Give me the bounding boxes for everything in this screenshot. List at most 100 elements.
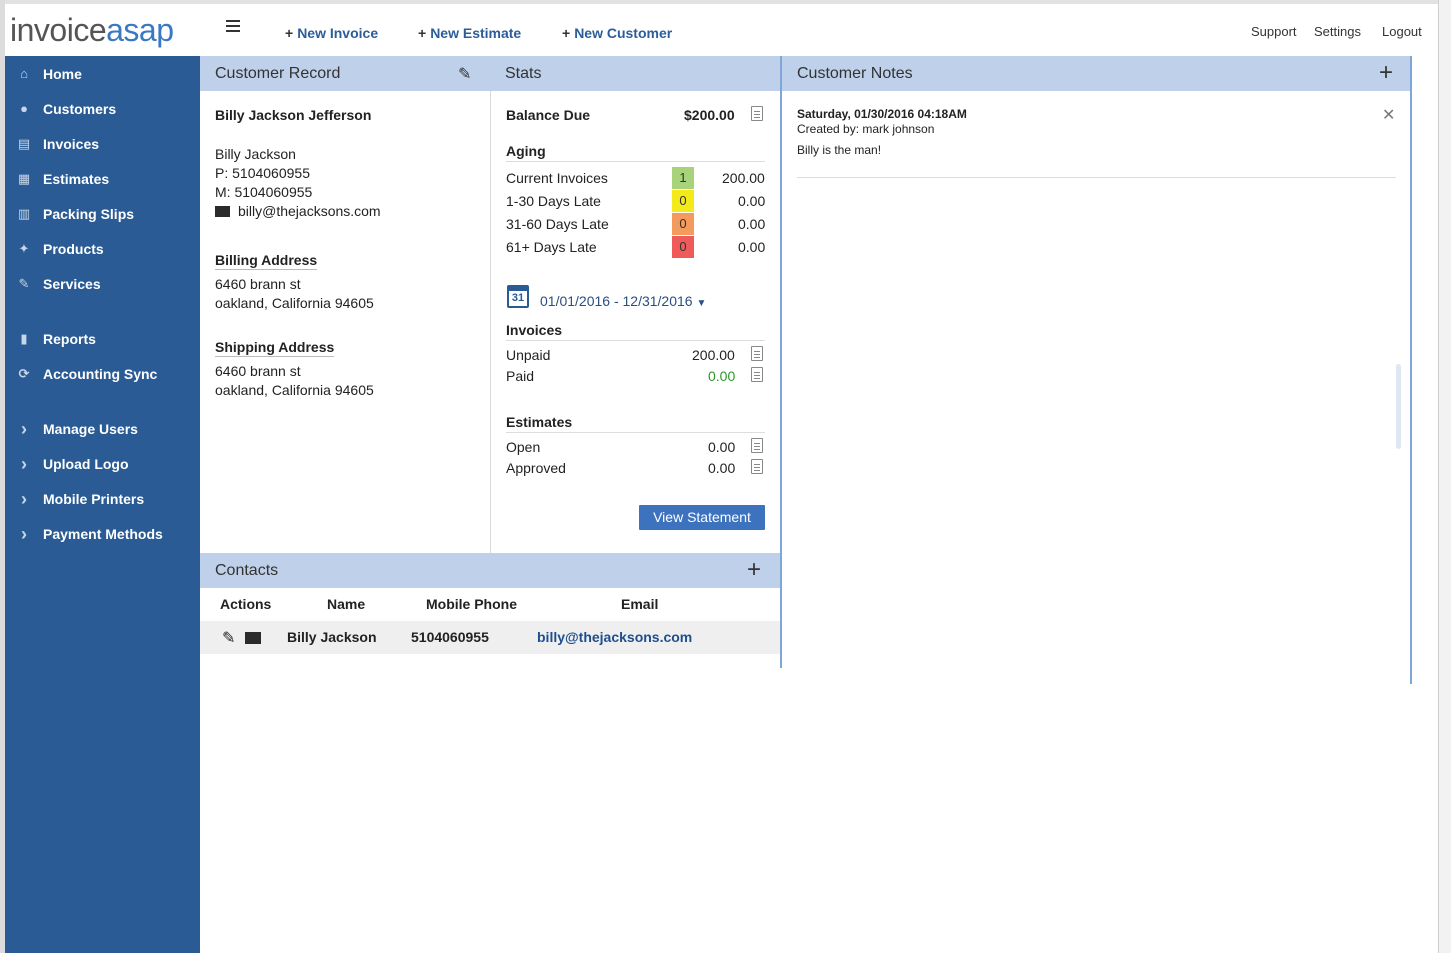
sidebar-item-products[interactable]: ✦ Products: [5, 231, 200, 266]
aging-count-current: 1: [672, 167, 694, 189]
stats-title: Stats: [505, 65, 542, 82]
aging-count-1-30: 0: [672, 190, 694, 212]
sidebar-item-home[interactable]: ⌂ Home: [5, 56, 200, 91]
window-scrollbar-track[interactable]: [1438, 0, 1451, 953]
view-statement-button[interactable]: View Statement: [639, 505, 765, 530]
home-icon: ⌂: [20, 66, 28, 81]
customer-record-title: Customer Record: [215, 65, 341, 82]
paid-value: 0.00: [708, 368, 736, 384]
billing-address-heading: Billing Address: [215, 252, 318, 270]
new-estimate-button[interactable]: + New Estimate: [418, 25, 521, 41]
invoices-rule: [506, 340, 765, 341]
estimates-rule: [506, 432, 765, 433]
approved-value: 0.00: [708, 460, 736, 476]
aging-amount-61-plus: 0.00: [738, 239, 766, 255]
contacts-header: Contacts +: [200, 553, 780, 588]
invoices-heading: Invoices: [506, 322, 563, 338]
aging-rule: [506, 161, 765, 162]
chevron-right-icon: ›: [21, 524, 27, 544]
packing-slips-icon: ▥: [17, 206, 31, 221]
aging-heading: Aging: [506, 143, 546, 159]
document-icon[interactable]: [751, 106, 763, 121]
sidebar-item-packing-slips[interactable]: ▥ Packing Slips: [5, 196, 200, 231]
edit-contact-pencil-icon[interactable]: ✎: [222, 628, 235, 648]
aging-amount-1-30: 0.00: [738, 193, 766, 209]
document-icon[interactable]: [751, 346, 763, 361]
aging-count-31-60: 0: [672, 213, 694, 235]
sync-icon: ⟳: [18, 366, 30, 381]
user-icon: ●: [20, 101, 28, 116]
calendar-icon[interactable]: 31: [507, 285, 529, 308]
contact-row-name: Billy Jackson: [287, 629, 377, 645]
sidebar-item-upload-logo[interactable]: › Upload Logo: [5, 446, 200, 481]
open-value: 0.00: [708, 439, 736, 455]
contact-row-email-link[interactable]: billy@thejacksons.com: [537, 629, 692, 645]
contact-row-mobile: 5104060955: [411, 629, 489, 645]
email-contact-envelope-icon[interactable]: [245, 632, 261, 644]
products-icon: ✦: [18, 241, 30, 256]
customer-email[interactable]: billy@thejacksons.com: [238, 203, 381, 219]
sidebar-item-reports[interactable]: ▮ Reports: [5, 321, 200, 356]
customer-notes-title: Customer Notes: [797, 65, 913, 82]
caret-down-icon: ▼: [696, 298, 707, 309]
note-date: Saturday, 01/30/2016 04:18AM: [797, 107, 967, 121]
hamburger-menu-icon[interactable]: [226, 20, 240, 32]
logout-link[interactable]: Logout: [1382, 24, 1422, 39]
aging-amount-current: 200.00: [722, 170, 765, 186]
estimates-icon: ▦: [17, 171, 31, 186]
balance-due-value: $200.00: [684, 107, 735, 123]
sidebar-item-estimates[interactable]: ▦ Estimates: [5, 161, 200, 196]
bar-chart-icon: ▮: [20, 331, 28, 346]
sidebar-item-services[interactable]: ✎ Services: [5, 266, 200, 301]
balance-due-label: Balance Due: [506, 107, 591, 123]
app-logo[interactable]: invoiceasap: [10, 12, 174, 49]
support-link[interactable]: Support: [1251, 24, 1297, 39]
contacts-title: Contacts: [215, 562, 279, 579]
delete-note-close-icon[interactable]: ✕: [1382, 105, 1395, 125]
document-icon[interactable]: [751, 459, 763, 474]
aging-label-1-30: 1-30 Days Late: [506, 193, 601, 209]
sidebar-item-mobile-printers[interactable]: › Mobile Printers: [5, 481, 200, 516]
document-icon[interactable]: [751, 367, 763, 382]
note-body: Billy is the man!: [797, 143, 882, 157]
new-customer-button[interactable]: + New Customer: [562, 25, 672, 41]
note-separator: [797, 177, 1396, 178]
open-label: Open: [506, 439, 541, 455]
sidebar-item-manage-users[interactable]: › Manage Users: [5, 411, 200, 446]
wrench-icon: ✎: [18, 276, 30, 291]
add-contact-plus-icon[interactable]: +: [747, 556, 761, 584]
notes-scrollbar-thumb[interactable]: [1396, 364, 1401, 449]
column-header-email: Email: [621, 596, 659, 612]
unpaid-label: Unpaid: [506, 347, 551, 363]
phone-number: P: 5104060955: [215, 165, 310, 181]
customer-record-header: Customer Record ✎ Stats: [200, 56, 780, 91]
date-range-dropdown[interactable]: 01/01/2016 - 12/31/2016 ▼: [540, 293, 706, 309]
add-note-plus-icon[interactable]: +: [1379, 59, 1393, 87]
sidebar-item-customers[interactable]: ● Customers: [5, 91, 200, 126]
aging-label-31-60: 31-60 Days Late: [506, 216, 609, 232]
chevron-right-icon: ›: [21, 489, 27, 509]
customer-name: Billy Jackson Jefferson: [215, 107, 372, 123]
sidebar-item-accounting-sync[interactable]: ⟳ Accounting Sync: [5, 356, 200, 391]
shipping-line-2: oakland, California 94605: [215, 382, 374, 398]
customer-notes-header: Customer Notes +: [782, 56, 1411, 91]
paid-label: Paid: [506, 368, 535, 384]
column-divider: [490, 91, 491, 553]
sidebar-item-invoices[interactable]: ▤ Invoices: [5, 126, 200, 161]
edit-pencil-icon[interactable]: ✎: [458, 64, 471, 84]
column-header-actions: Actions: [220, 596, 272, 612]
approved-label: Approved: [506, 460, 566, 476]
new-invoice-button[interactable]: + New Invoice: [285, 25, 378, 41]
envelope-icon: [215, 206, 230, 217]
aging-label-61-plus: 61+ Days Late: [506, 239, 597, 255]
document-icon[interactable]: [751, 438, 763, 453]
panel-divider-blue: [780, 56, 782, 668]
settings-link[interactable]: Settings: [1314, 24, 1361, 39]
estimates-heading: Estimates: [506, 414, 573, 430]
sidebar: ⌂ Home ● Customers ▤ Invoices ▦ Estimates ▥ P…: [5, 56, 200, 953]
invoice-icon: ▤: [17, 136, 31, 151]
aging-amount-31-60: 0.00: [738, 216, 766, 232]
billing-line-2: oakland, California 94605: [215, 295, 374, 311]
sidebar-item-payment-methods[interactable]: › Payment Methods: [5, 516, 200, 551]
top-bar: invoiceasap + New Invoice + New Estimate +…: [5, 4, 1438, 56]
